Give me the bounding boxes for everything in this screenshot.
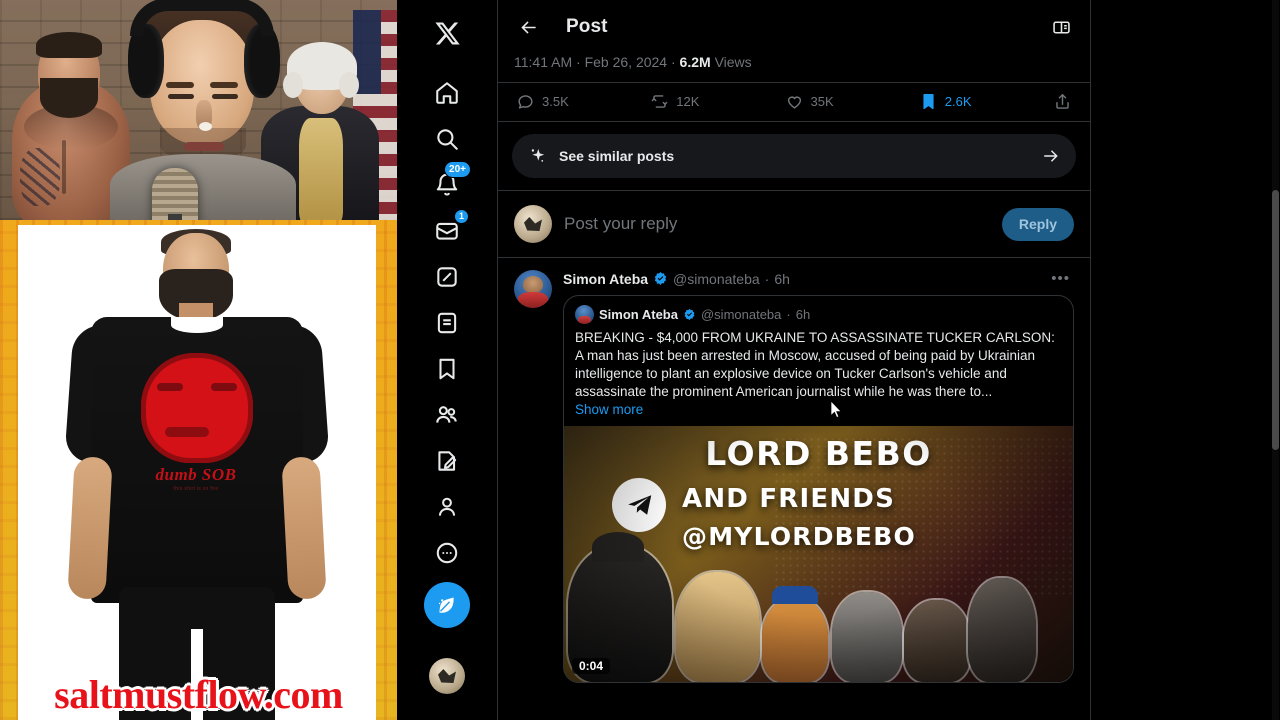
sidebar-item-lists[interactable] <box>423 300 471 346</box>
messages-badge: 1 <box>453 209 469 224</box>
quoted-tweet-text: BREAKING - $4,000 FROM UKRAINE TO ASSASS… <box>575 330 1058 399</box>
post-detail-column: Post 11:41 AM · Feb 26, 2024 · 6.2M View… <box>497 0 1091 720</box>
post-date: Feb 26, 2024 <box>584 54 668 70</box>
views-count: 6.2M <box>679 54 711 70</box>
sidebar-item-bookmarks[interactable] <box>423 346 471 392</box>
reply-stat[interactable]: 3.5K <box>516 92 650 111</box>
reply-tweet: Simon Ateba @simonateba · 6h ••• Simon A… <box>498 258 1090 683</box>
tweet-header: Simon Ateba @simonateba · 6h ••• <box>563 270 1074 287</box>
reply-input[interactable]: Post your reply <box>564 214 990 234</box>
notifications-badge: 20+ <box>444 161 471 178</box>
merch-graphic-panel: dumb SOB this shirt is so fire saltmustf… <box>0 220 397 720</box>
reply-submit-button[interactable]: Reply <box>1001 207 1074 241</box>
sidebar-item-profile[interactable] <box>423 484 471 530</box>
views-label: Views <box>714 54 752 70</box>
quoted-verified-badge-icon <box>683 308 696 321</box>
post-topbar: Post <box>498 0 1090 54</box>
bookmark-count: 2.6K <box>944 94 972 109</box>
shirt-tagline: dumb SOB <box>155 465 237 484</box>
quoted-display-name: Simon Ateba <box>599 307 678 322</box>
screenshot-root: dumb SOB this shirt is so fire saltmustf… <box>0 0 1280 720</box>
sidebar-item-grok[interactable] <box>423 254 471 300</box>
quoted-handle: @simonateba <box>700 307 782 322</box>
reply-composer: Post your reply Reply <box>498 190 1090 258</box>
see-similar-posts-button[interactable]: See similar posts <box>512 134 1076 178</box>
arrow-right-icon <box>1044 150 1058 162</box>
repost-stat[interactable]: 12K <box>650 92 784 111</box>
tweet-separator: · <box>764 270 770 287</box>
video-stream-panel: dumb SOB this shirt is so fire saltmustf… <box>0 0 397 720</box>
composer-avatar[interactable] <box>514 205 552 243</box>
quoted-tweet-video-thumbnail[interactable]: LORD BEBO AND FRIENDS @MYLORDBEBO <box>564 426 1073 682</box>
quoted-time: 6h <box>795 307 811 322</box>
sidebar-item-home[interactable] <box>423 70 471 116</box>
sparkle-icon <box>531 148 545 162</box>
tweet-avatar[interactable] <box>514 270 552 308</box>
microphone <box>152 168 198 220</box>
like-count: 35K <box>810 94 834 109</box>
sidebar-item-explore[interactable] <box>423 116 471 162</box>
video-duration-badge: 0:04 <box>572 658 611 674</box>
reader-mode-icon[interactable] <box>1046 12 1076 42</box>
sidebar-item-messages[interactable]: 1 <box>423 208 471 254</box>
shirt-model: dumb SOB this shirt is so fire <box>64 229 330 720</box>
sidebar-item-more[interactable] <box>423 530 471 576</box>
like-stat[interactable]: 35K <box>785 92 919 111</box>
page-scrollbar[interactable] <box>1272 0 1279 720</box>
see-similar-posts-label: See similar posts <box>559 148 675 164</box>
host-person <box>104 0 300 220</box>
tweet-display-name[interactable]: Simon Ateba <box>563 271 648 287</box>
webcam-feed <box>0 0 397 220</box>
tweet-handle[interactable]: @simonateba <box>673 271 760 287</box>
quoted-avatar <box>575 305 594 324</box>
compose-post-button[interactable] <box>424 582 470 628</box>
repost-count: 12K <box>676 94 700 109</box>
tweet-time[interactable]: 6h <box>774 271 790 287</box>
x-twitter-app: 20+ 1 Post 11:41 AM · Feb 26, 2024 · 6.2… <box>397 0 1280 720</box>
website-watermark: saltmustflow.com <box>54 672 343 717</box>
product-photo: dumb SOB this shirt is so fire <box>18 225 376 720</box>
post-time: 11:41 AM <box>514 54 573 70</box>
quoted-separator: · <box>786 307 791 322</box>
back-button[interactable] <box>512 11 544 43</box>
verified-badge-icon <box>653 271 668 286</box>
tweet-more-icon[interactable]: ••• <box>1047 270 1074 287</box>
reply-count: 3.5K <box>542 94 569 109</box>
engagement-stats-row: 3.5K 12K 35K 2.6K <box>498 82 1090 122</box>
shirt-graphic: dumb SOB this shirt is so fire <box>129 353 263 497</box>
x-logo-icon[interactable] <box>423 10 471 56</box>
primary-navigation-sidebar: 20+ 1 <box>397 0 497 720</box>
sidebar-item-premium[interactable] <box>423 438 471 484</box>
share-button[interactable] <box>1053 92 1072 111</box>
quoted-tweet-card[interactable]: Simon Ateba @simonateba · 6h BREAKING - … <box>563 295 1074 683</box>
show-more-link[interactable]: Show more <box>575 402 1062 417</box>
shirt-subtagline: this shirt is so fire <box>173 486 219 492</box>
sidebar-item-notifications[interactable]: 20+ <box>423 161 471 208</box>
quoted-tweet-header: Simon Ateba @simonateba · 6h <box>575 305 1062 324</box>
bookmark-stat[interactable]: 2.6K <box>919 92 1053 111</box>
scrollbar-thumb[interactable] <box>1272 190 1279 450</box>
post-timestamp-views: 11:41 AM · Feb 26, 2024 · 6.2M Views <box>514 54 752 70</box>
page-title: Post <box>566 16 608 37</box>
sidebar-item-communities[interactable] <box>423 392 471 438</box>
red-face-stencil <box>141 353 253 463</box>
account-avatar[interactable] <box>429 658 465 694</box>
